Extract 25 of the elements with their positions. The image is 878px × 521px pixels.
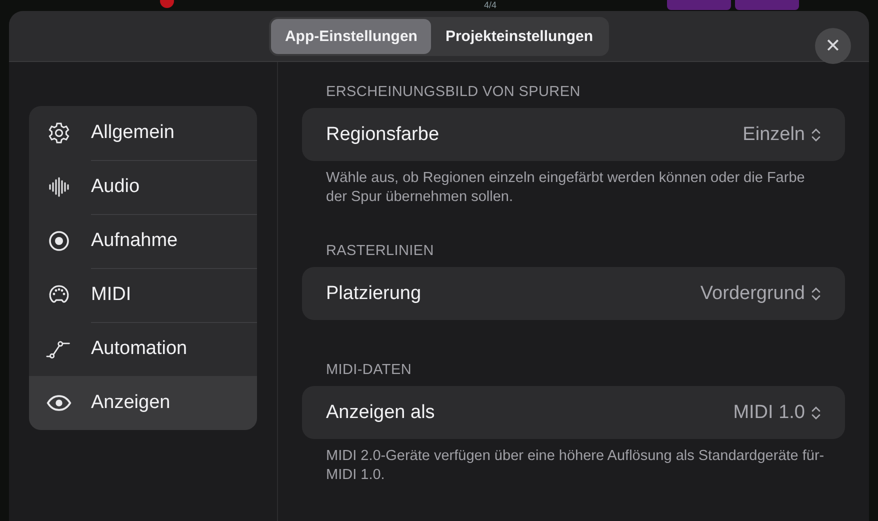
sidebar-item[interactable]: Allgemein xyxy=(29,106,257,160)
record-icon xyxy=(46,229,72,253)
chevron-up-down-icon xyxy=(811,404,821,420)
sidebar-item[interactable]: Audio xyxy=(29,160,257,214)
sidebar-item[interactable]: Automation xyxy=(29,322,257,376)
chevron-up-down-icon xyxy=(811,126,821,142)
sidebar-item[interactable]: Anzeigen xyxy=(29,376,257,430)
toolbar-button[interactable] xyxy=(734,0,799,10)
gear-icon xyxy=(46,121,72,145)
toolbar-button[interactable] xyxy=(666,0,731,10)
setting-row[interactable]: Anzeigen als MIDI 1.0 xyxy=(302,386,845,439)
section-header: MIDI-DATEN xyxy=(326,362,413,378)
settings-tab[interactable]: App-Einstellungen xyxy=(270,18,432,54)
chevron-up-down-icon xyxy=(811,286,821,302)
sidebar-item[interactable]: Aufnahme xyxy=(29,214,257,268)
setting-description: Wähle aus, ob Regionen einzeln eingefärbt werden können oder die Farbe der Spur übernehmen sollen. xyxy=(326,169,806,207)
settings-tab[interactable]: Projekteinstellungen xyxy=(431,18,608,54)
section-header: RASTERLINIEN xyxy=(326,243,435,259)
setting-row[interactable]: Platzierung Vordergrund xyxy=(302,267,845,320)
setting-row[interactable]: Regionsfarbe Einzeln xyxy=(302,108,845,161)
close-button[interactable]: ✕ xyxy=(815,28,851,64)
setting-description: MIDI 2.0-Geräte verfügen über eine höhere Auflösung als Standardgeräte für-MIDI 1.0. xyxy=(326,447,826,485)
time-signature: 4/4 xyxy=(484,1,497,10)
section-header: ERSCHEINUNGSBILD VON SPUREN xyxy=(326,84,582,100)
sidebar-item[interactable]: MIDI xyxy=(29,268,257,322)
